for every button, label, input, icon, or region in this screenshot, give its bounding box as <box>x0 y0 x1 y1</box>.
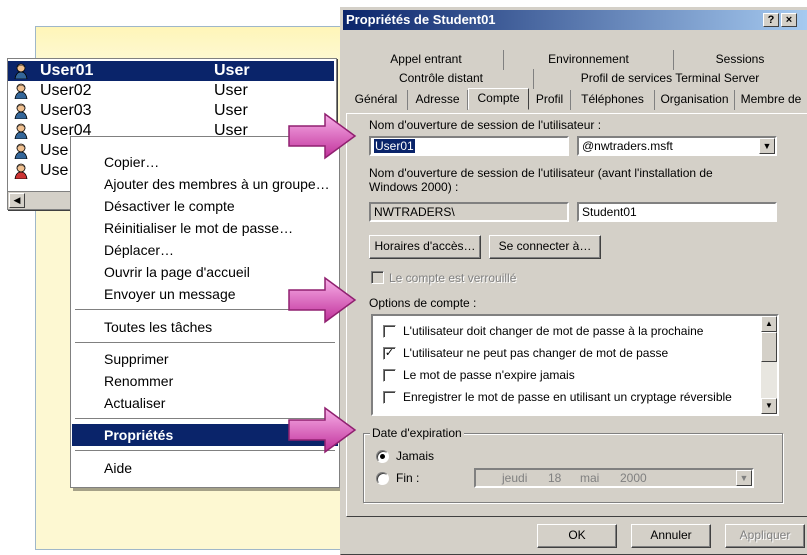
option-checkbox[interactable] <box>383 369 396 382</box>
list-item[interactable]: User02 User <box>8 81 334 101</box>
scroll-thumb[interactable] <box>761 332 777 362</box>
option-checkbox[interactable] <box>383 325 396 338</box>
tab-profil-terminal-server[interactable]: Profil de services Terminal Server <box>534 69 806 89</box>
backdrop-header <box>36 27 354 61</box>
tab-organisation[interactable]: Organisation <box>655 90 735 110</box>
expiry-day: 18 <box>548 471 562 485</box>
tab-telephones[interactable]: Téléphones <box>571 90 655 110</box>
list-item[interactable]: User01 User <box>8 61 334 81</box>
ok-button[interactable]: OK <box>537 524 617 548</box>
dialog-titlebar: Propriétés de Student01 ? × <box>343 10 807 30</box>
expiry-year: 2000 <box>620 471 647 485</box>
expiration-groupbox: Date d'expiration Jamais Fin : jeudi 18 … <box>363 426 783 503</box>
menu-separator <box>75 342 335 344</box>
tab-membre-de[interactable]: Membre de <box>735 90 807 110</box>
expiration-title: Date d'expiration <box>370 426 464 440</box>
expiry-never-radio[interactable] <box>376 450 389 463</box>
logon-name-label: Nom d'ouverture de session de l'utilisat… <box>369 118 602 132</box>
expiry-end-radio[interactable] <box>376 472 389 485</box>
logon-to-button[interactable]: Se connecter à… <box>489 235 601 259</box>
user-icon <box>14 123 28 139</box>
user-name: Use <box>40 142 69 159</box>
user-name: User03 <box>40 102 92 119</box>
tab-general[interactable]: Général <box>345 90 408 110</box>
tab-profil[interactable]: Profil <box>529 90 571 110</box>
user-icon <box>14 103 28 119</box>
menu-item-rename[interactable]: Renommer <box>72 370 338 392</box>
vertical-scrollbar[interactable]: ▲ ▼ <box>761 316 777 414</box>
user-name: Use <box>40 162 69 179</box>
apply-button: Appliquer <box>725 524 805 548</box>
callout-arrow-icon <box>288 112 357 160</box>
user-name: User01 <box>40 62 94 79</box>
user-type: User <box>214 82 248 99</box>
cancel-button[interactable]: Annuler <box>631 524 711 548</box>
expiry-end-label: Fin : <box>396 471 420 485</box>
user-type: User <box>214 62 250 79</box>
logon-name-value: User01 <box>374 139 415 153</box>
account-options-list[interactable]: L'utilisateur doit changer de mot de pas… <box>371 314 779 416</box>
list-item[interactable]: User03 User <box>8 101 334 121</box>
menu-item-disable-account[interactable]: Désactiver le compte <box>72 195 338 217</box>
properties-dialog: Propriétés de Student01 ? × Appel entran… <box>340 7 807 555</box>
user-icon <box>14 83 28 99</box>
user-icon <box>14 63 28 79</box>
chevron-down-icon[interactable]: ▼ <box>759 138 775 154</box>
callout-arrow-icon <box>288 276 357 324</box>
close-button[interactable]: × <box>781 13 797 27</box>
menu-item-reset-password[interactable]: Réinitialiser le mot de passe… <box>72 217 338 239</box>
pre2000-username-value: Student01 <box>582 205 637 219</box>
account-locked-label: Le compte est verrouillé <box>389 271 517 285</box>
account-options-label: Options de compte : <box>369 296 477 310</box>
option-label: Le mot de passe n'expire jamais <box>403 368 575 382</box>
menu-item-add-to-group[interactable]: Ajouter des membres à un groupe… <box>72 173 338 195</box>
pre2000-label-line2: Windows 2000) : <box>369 180 459 194</box>
logon-hours-button[interactable]: Horaires d'accès… <box>369 235 481 259</box>
scroll-left-icon[interactable]: ◀ <box>9 193 25 208</box>
help-button[interactable]: ? <box>763 13 779 27</box>
option-checkbox[interactable] <box>383 391 396 404</box>
tab-adresse[interactable]: Adresse <box>408 90 468 110</box>
pre2000-domain-field: NWTRADERS\ <box>369 202 569 222</box>
user-type: User <box>214 102 248 119</box>
tab-environnement[interactable]: Environnement <box>504 50 674 70</box>
option-label: Enregistrer le mot de passe en utilisant… <box>403 390 732 404</box>
user-name: User02 <box>40 82 92 99</box>
scroll-down-icon[interactable]: ▼ <box>761 398 777 414</box>
user-icon <box>14 163 28 179</box>
logon-name-input[interactable]: User01 <box>369 136 569 156</box>
tab-compte[interactable]: Compte <box>468 88 529 110</box>
pre2000-label-line1: Nom d'ouverture de session de l'utilisat… <box>369 166 713 180</box>
callout-arrow-icon <box>288 406 357 454</box>
menu-item-help[interactable]: Aide <box>72 457 338 479</box>
option-label: L'utilisateur ne peut pas changer de mot… <box>403 346 669 360</box>
scroll-up-icon[interactable]: ▲ <box>761 316 777 332</box>
pre2000-domain-value: NWTRADERS\ <box>374 205 455 219</box>
menu-item-move[interactable]: Déplacer… <box>72 239 338 261</box>
dialog-title: Propriétés de Student01 <box>346 12 496 27</box>
expiry-date-picker: jeudi 18 mai 2000 ▼ <box>474 468 754 488</box>
tab-controle-distant[interactable]: Contrôle distant <box>349 69 534 89</box>
upn-suffix-select[interactable]: @nwtraders.msft ▼ <box>577 136 777 156</box>
chevron-down-icon: ▼ <box>736 470 752 486</box>
expiry-never-label: Jamais <box>396 449 435 463</box>
upn-suffix-value: @nwtraders.msft <box>582 139 673 153</box>
tab-appel-entrant[interactable]: Appel entrant <box>349 50 504 70</box>
option-label: L'utilisateur doit changer de mot de pas… <box>403 324 704 338</box>
menu-item-delete[interactable]: Supprimer <box>72 348 338 370</box>
user-icon <box>14 143 28 159</box>
expiry-month: mai <box>580 471 600 485</box>
option-checkbox-checked[interactable]: ✓ <box>383 347 396 360</box>
tab-sessions[interactable]: Sessions <box>674 50 806 70</box>
pre2000-username-input[interactable]: Student01 <box>577 202 777 222</box>
expiry-day-name: jeudi <box>502 471 528 485</box>
account-locked-checkbox <box>371 271 384 284</box>
